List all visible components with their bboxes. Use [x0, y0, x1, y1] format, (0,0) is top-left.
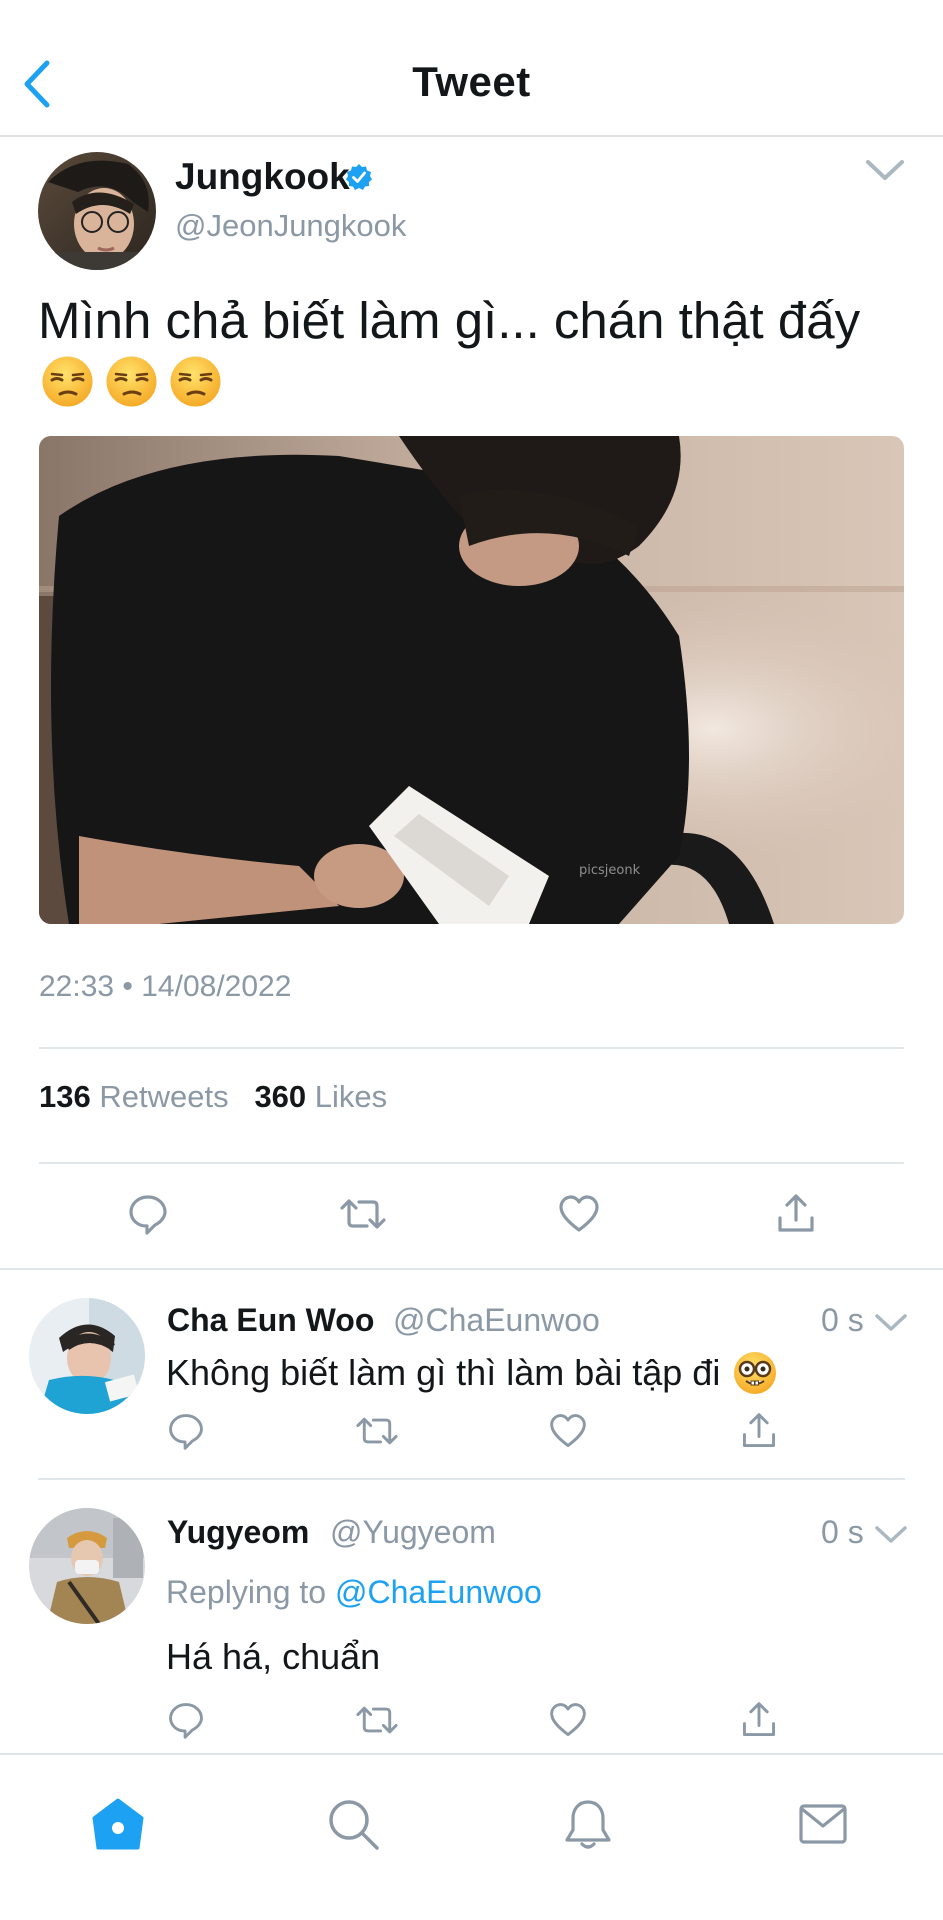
reply-time: 0 s: [821, 1302, 864, 1338]
tweet-timestamp: 22:33 • 14/08/2022: [39, 970, 292, 1003]
comment-icon: [169, 1414, 203, 1450]
chevron-down-icon[interactable]: [874, 1311, 908, 1335]
bottom-tab-bar: [0, 1753, 943, 1920]
unamused-face-icon: [106, 356, 157, 407]
retweet-icon: [340, 1199, 386, 1229]
author-name[interactable]: Jungkook: [175, 156, 350, 198]
reply-button[interactable]: [122, 1188, 174, 1240]
home-icon: [92, 1798, 144, 1850]
reply-time: 0 s: [821, 1514, 864, 1550]
comment-icon: [169, 1703, 203, 1739]
share-button[interactable]: [736, 1697, 782, 1743]
retweets-label[interactable]: Retweets: [99, 1079, 228, 1114]
tweet-text: Mình chả biết làm gì... chán thật đấy: [38, 292, 861, 349]
unamused-face-icon: [170, 356, 221, 407]
reply-text: Há há, chuẩn: [166, 1636, 381, 1677]
replying-to-mention[interactable]: @ChaEunwoo: [335, 1574, 542, 1610]
divider: [0, 1268, 943, 1270]
retweet-button[interactable]: [337, 1188, 389, 1240]
share-button[interactable]: [770, 1188, 822, 1240]
share-icon: [743, 1702, 775, 1736]
unamused-face-icon: [42, 356, 93, 407]
tab-search[interactable]: [320, 1791, 386, 1857]
divider: [39, 1047, 904, 1049]
verified-badge-icon: [346, 164, 372, 190]
chevron-down-icon[interactable]: [874, 1523, 908, 1547]
page-title: Tweet: [412, 58, 531, 105]
heart-icon: [550, 1703, 586, 1736]
tweet-emojis: [40, 354, 223, 409]
author-avatar[interactable]: [38, 152, 156, 270]
reply-text-content: Không biết làm gì thì làm bài tập đi: [166, 1352, 721, 1393]
heart-icon: [550, 1414, 586, 1447]
tweet-stats: 136 Retweets 360 Likes: [39, 1079, 387, 1115]
author-handle[interactable]: @JeonJungkook: [175, 208, 406, 244]
comment-icon: [129, 1195, 167, 1235]
like-button[interactable]: [553, 1188, 605, 1240]
divider: [38, 1478, 905, 1480]
replying-to-label: Replying to: [166, 1574, 327, 1610]
bell-icon: [565, 1800, 611, 1849]
tab-notifications[interactable]: [555, 1791, 621, 1857]
image-watermark: picsjeonk: [579, 863, 641, 878]
chevron-down-icon[interactable]: [864, 156, 906, 186]
likes-label[interactable]: Likes: [315, 1079, 387, 1114]
reply-author-handle[interactable]: @Yugyeom: [330, 1514, 496, 1551]
reply-text: Không biết làm gì thì làm bài tập đi: [166, 1350, 778, 1396]
share-icon: [778, 1194, 814, 1232]
retweet-button[interactable]: [354, 1408, 400, 1454]
divider: [39, 1162, 904, 1164]
tweet-photo[interactable]: picsjeonk: [39, 436, 904, 924]
heart-icon: [559, 1195, 599, 1232]
reply-avatar[interactable]: [29, 1508, 145, 1624]
like-button[interactable]: [545, 1697, 591, 1743]
retweet-icon: [356, 1706, 398, 1734]
likes-count[interactable]: 360: [254, 1079, 306, 1114]
retweet-button[interactable]: [354, 1697, 400, 1743]
nerd-face-icon: [734, 1352, 777, 1394]
like-button[interactable]: [545, 1408, 591, 1454]
replying-to: Replying to @ChaEunwoo: [166, 1574, 542, 1611]
retweet-icon: [356, 1417, 398, 1445]
reply-avatar[interactable]: [29, 1298, 145, 1414]
share-button[interactable]: [736, 1408, 782, 1454]
reply-button[interactable]: [163, 1408, 209, 1454]
top-header: Tweet: [0, 0, 943, 137]
tab-messages[interactable]: [790, 1791, 856, 1857]
reply-author-name[interactable]: Cha Eun Woo: [167, 1302, 374, 1339]
reply-author-name[interactable]: Yugyeom: [167, 1514, 309, 1551]
search-icon: [329, 1800, 379, 1850]
mail-icon: [799, 1804, 847, 1844]
share-icon: [743, 1413, 775, 1447]
reply-author-handle[interactable]: @ChaEunwoo: [393, 1302, 600, 1339]
reply-button[interactable]: [163, 1697, 209, 1743]
tab-home[interactable]: [85, 1791, 151, 1857]
retweets-count[interactable]: 136: [39, 1079, 91, 1114]
